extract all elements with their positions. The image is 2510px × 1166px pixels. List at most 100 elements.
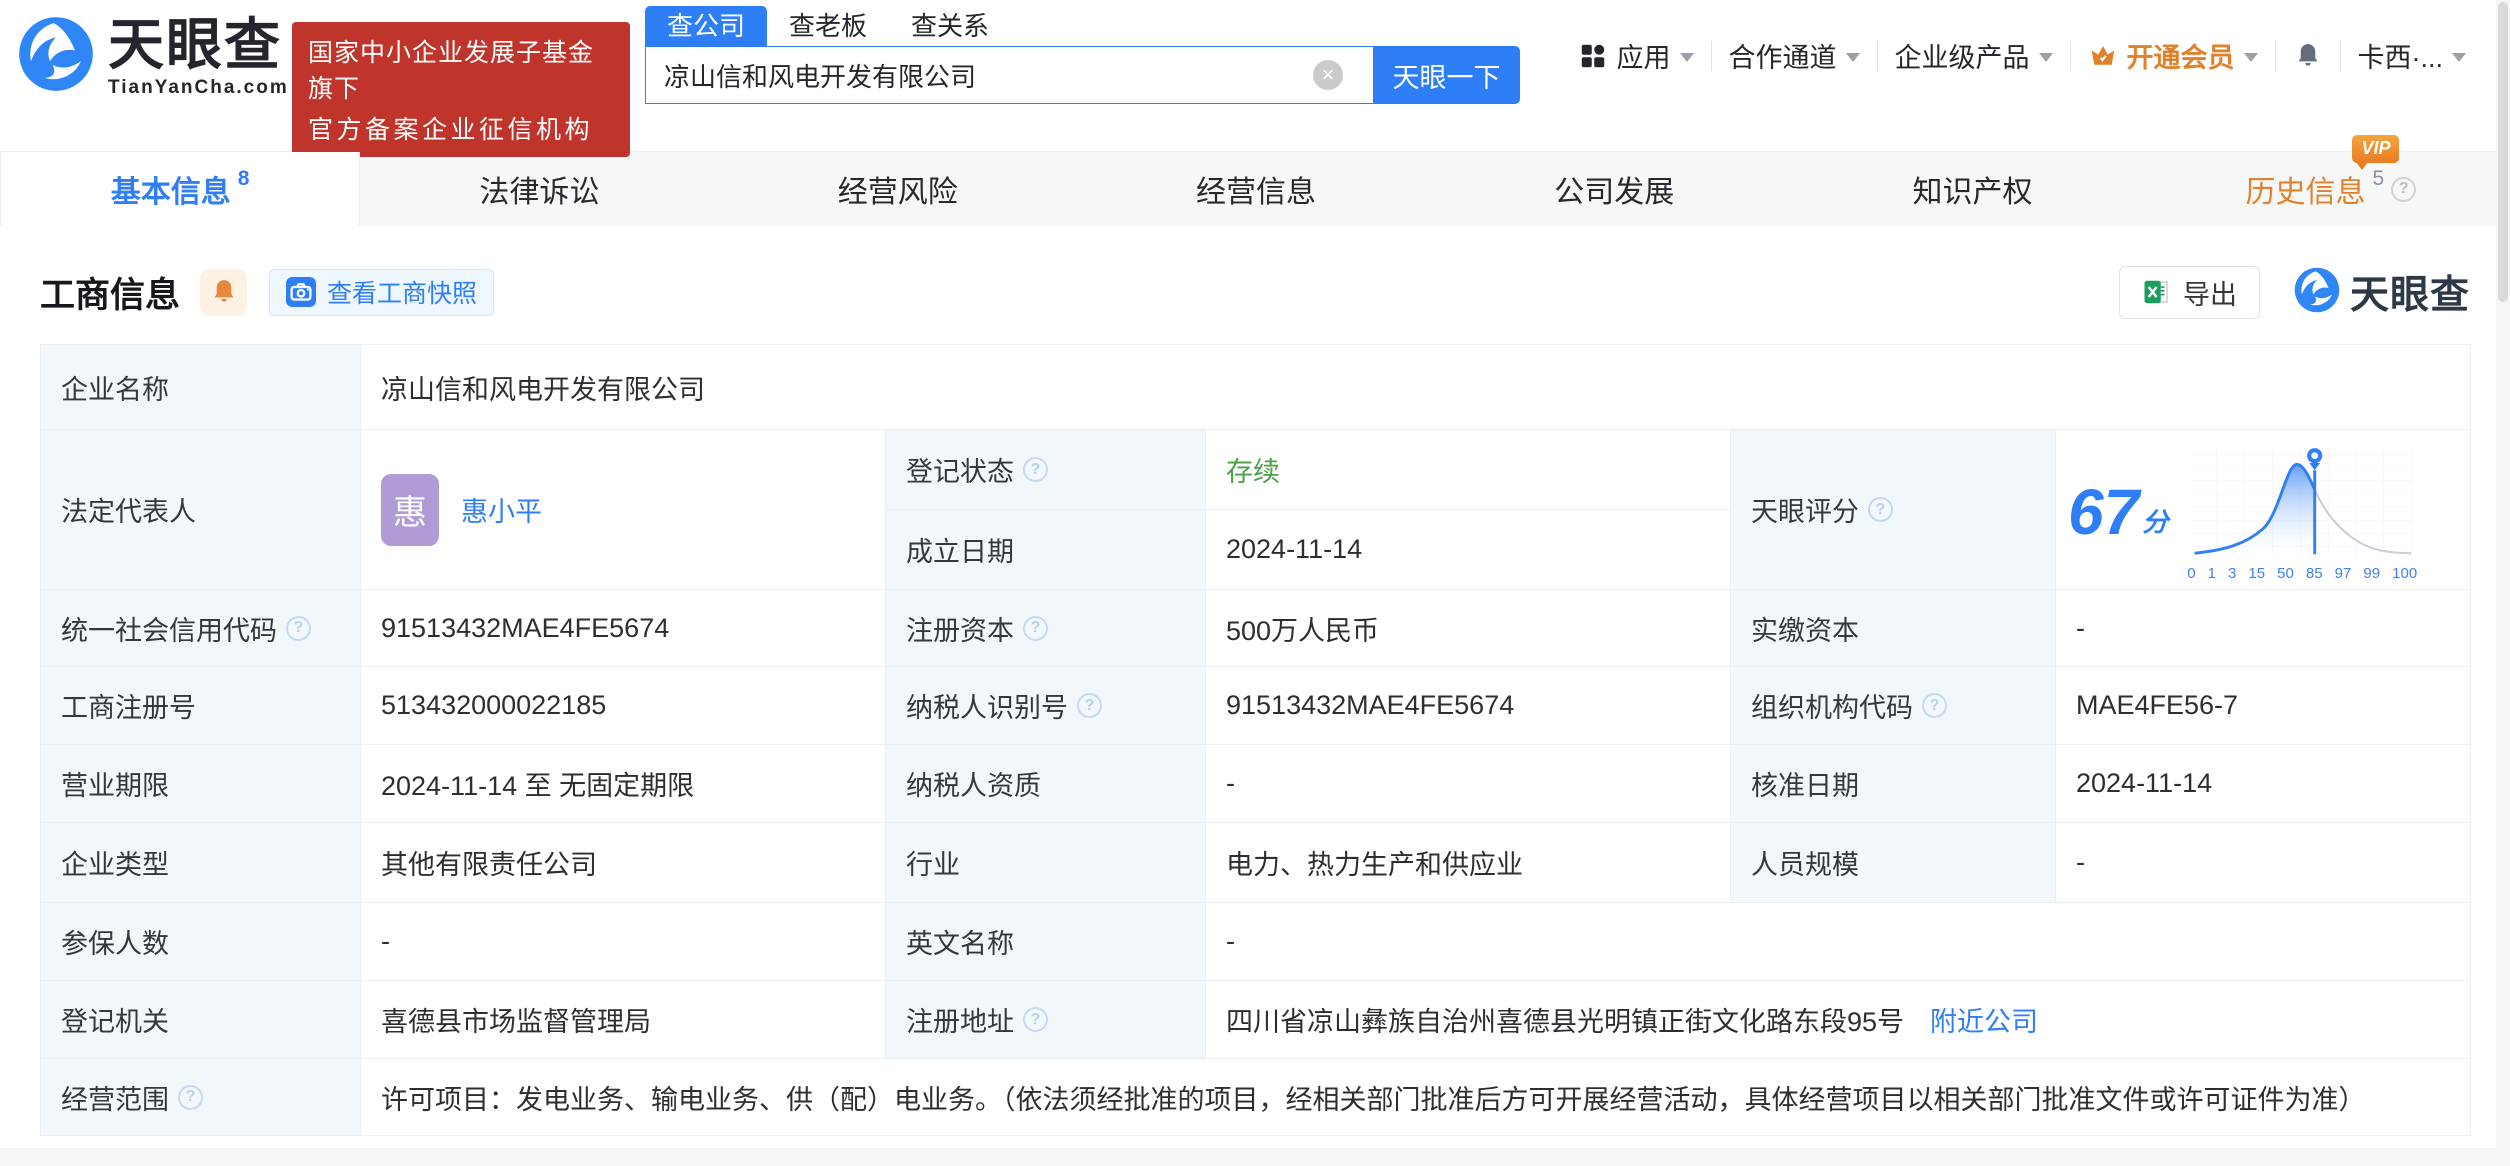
- reg-address-label: 注册地址?: [885, 980, 1206, 1059]
- industry-value: 电力、热力生产和供应业: [1205, 822, 1731, 903]
- tab-count: 8: [237, 167, 250, 190]
- chevron-down-icon: [2038, 53, 2053, 62]
- help-icon[interactable]: ?: [2391, 176, 2417, 202]
- table-row: 参保人数 - 英文名称 -: [40, 902, 2471, 981]
- crown-icon: [2088, 41, 2118, 71]
- help-icon[interactable]: ?: [1023, 1007, 1048, 1032]
- tab-basic-info[interactable]: 基本信息 8: [0, 152, 361, 226]
- chevron-down-icon: [2452, 53, 2466, 62]
- help-icon[interactable]: ?: [1922, 693, 1947, 718]
- tab-label: 历史信息: [2245, 176, 2366, 209]
- search-input[interactable]: [645, 46, 1373, 104]
- search-tab-boss[interactable]: 查老板: [767, 6, 889, 46]
- score-cell[interactable]: 67 分 0 1 3 15 50 85 97 99 100: [2055, 429, 2471, 590]
- help-icon[interactable]: ?: [1023, 615, 1048, 641]
- search-tab-company[interactable]: 查公司: [645, 6, 768, 46]
- notification-bell[interactable]: [2293, 41, 2323, 71]
- term-label: 营业期限: [40, 744, 361, 823]
- insured-label: 参保人数: [40, 902, 361, 981]
- export-button[interactable]: 导出: [2118, 265, 2260, 319]
- reg-address-value: 四川省凉山彝族自治州喜德县光明镇正街文化路东段95号: [1226, 1007, 1905, 1037]
- gov-certification-badge: 国家中小企业发展子基金旗下 官方备案企业征信机构: [292, 22, 630, 157]
- excel-icon: [2142, 277, 2172, 307]
- bell-icon: [209, 277, 239, 307]
- industry-label: 行业: [885, 822, 1206, 903]
- business-info-table: 企业名称 凉山信和风电开发有限公司 法定代表人 惠 惠小平 登记状态? 存续 天…: [40, 344, 2471, 1136]
- help-icon[interactable]: ?: [1077, 693, 1102, 718]
- tab-legal[interactable]: 法律诉讼: [360, 152, 718, 226]
- company-name-label: 企业名称: [40, 344, 361, 430]
- tab-operation-risk[interactable]: 经营风险: [719, 152, 1077, 226]
- tab-label: 基本信息: [110, 176, 231, 209]
- vip-badge: VIP: [2352, 135, 2400, 170]
- paid-capital-value: -: [2055, 589, 2471, 667]
- legal-rep-label: 法定代表人: [40, 429, 361, 590]
- divider: [1876, 40, 1878, 71]
- search-area: 查公司 查老板 查关系 × 天眼一下: [645, 6, 1520, 104]
- score-value: 67: [2068, 475, 2140, 548]
- credit-code-value: 91513432MAE4FE5674: [360, 589, 886, 667]
- approval-date-value: 2024-11-14: [2055, 744, 2471, 823]
- reg-capital-value: 500万人民币: [1205, 589, 1731, 667]
- help-icon[interactable]: ?: [1023, 457, 1048, 482]
- divider: [2339, 40, 2341, 71]
- taxpayer-id-value: 91513432MAE4FE5674: [1205, 666, 1731, 745]
- user-name: 卡西·...: [2357, 43, 2444, 73]
- chevron-down-icon: [1845, 53, 1860, 62]
- tab-history-info[interactable]: 历史信息 VIP 5 ?: [2152, 135, 2510, 226]
- apps-grid-icon: [1578, 41, 1608, 71]
- legal-rep-link[interactable]: 惠小平: [461, 490, 542, 529]
- tab-intellectual-property[interactable]: 知识产权: [1793, 152, 2151, 226]
- business-scope-label: 经营范围?: [40, 1058, 361, 1136]
- tab-operation-info[interactable]: 经营信息: [1077, 152, 1435, 226]
- help-icon[interactable]: ?: [286, 615, 311, 641]
- help-icon[interactable]: ?: [178, 1084, 203, 1110]
- user-menu[interactable]: 卡西·...: [2357, 36, 2466, 75]
- tianyancha-logo[interactable]: 天眼查 TianYanCha.com: [18, 15, 289, 99]
- nav-open-vip[interactable]: 开通会员: [2088, 36, 2258, 75]
- search-tabs: 查公司 查老板 查关系: [645, 6, 1520, 46]
- business-info-header: 工商信息 查看工商快照 导出 天眼查: [40, 264, 2470, 320]
- tab-label: 知识产权: [1912, 176, 2033, 209]
- search-button[interactable]: 天眼一下: [1373, 46, 1520, 104]
- table-row: 法定代表人 惠 惠小平 登记状态? 存续 天眼评分? 67 分 0 1 3 15…: [40, 429, 2471, 590]
- subscribe-bell-button[interactable]: [200, 268, 248, 316]
- watermark-text: 天眼查: [2349, 274, 2470, 317]
- staff-size-value: -: [2055, 822, 2471, 903]
- org-code-label: 组织机构代码?: [1730, 666, 2056, 745]
- nav-open-vip-label: 开通会员: [2126, 43, 2235, 73]
- scrollbar-thumb[interactable]: [2498, 2, 2508, 302]
- search-tab-relation[interactable]: 查关系: [889, 6, 1011, 46]
- help-icon[interactable]: ?: [1868, 497, 1893, 522]
- taxpayer-id-label: 纳税人识别号?: [885, 666, 1206, 745]
- table-row: 经营范围? 许可项目：发电业务、输电业务、供（配）电业务。（依法须经批准的项目，…: [40, 1058, 2471, 1136]
- clear-search-icon[interactable]: ×: [1313, 60, 1343, 90]
- tab-label: 公司发展: [1554, 176, 1675, 209]
- staff-size-label: 人员规模: [1730, 822, 2056, 903]
- score-label: 天眼评分?: [1730, 429, 2056, 590]
- est-date-value: 2024-11-14: [1205, 509, 1731, 590]
- legal-rep-avatar[interactable]: 惠: [381, 473, 439, 546]
- section-title: 工商信息: [40, 275, 181, 315]
- term-value: 2024-11-14 至 无固定期限: [360, 744, 886, 823]
- export-label: 导出: [2182, 279, 2237, 310]
- tab-company-development[interactable]: 公司发展: [1435, 152, 1793, 226]
- nav-partner[interactable]: 合作通道: [1729, 36, 1860, 75]
- table-row: 营业期限 2024-11-14 至 无固定期限 纳税人资质 - 核准日期 202…: [40, 744, 2471, 823]
- nav-enterprise-label: 企业级产品: [1894, 43, 2030, 73]
- scrollbar[interactable]: [2496, 0, 2510, 1166]
- status-badge: 存续: [1226, 457, 1280, 487]
- credit-code-label: 统一社会信用代码?: [40, 589, 361, 667]
- reg-authority-label: 登记机关: [40, 980, 361, 1059]
- tianyancha-swirl-icon: [18, 16, 94, 97]
- nearby-companies-link[interactable]: 附近公司: [1930, 1000, 2038, 1039]
- view-snapshot-button[interactable]: 查看工商快照: [269, 268, 495, 316]
- reg-authority-value: 喜德县市场监督管理局: [360, 980, 886, 1059]
- taxpayer-quality-label: 纳税人资质: [885, 744, 1206, 823]
- insured-value: -: [360, 902, 886, 981]
- divider: [1710, 40, 1712, 71]
- org-code-value: MAE4FE56-7: [2055, 666, 2471, 745]
- nav-enterprise[interactable]: 企业级产品: [1895, 36, 2053, 75]
- nav-apps[interactable]: 应用: [1578, 36, 1694, 75]
- tab-count: 5: [2372, 167, 2385, 190]
